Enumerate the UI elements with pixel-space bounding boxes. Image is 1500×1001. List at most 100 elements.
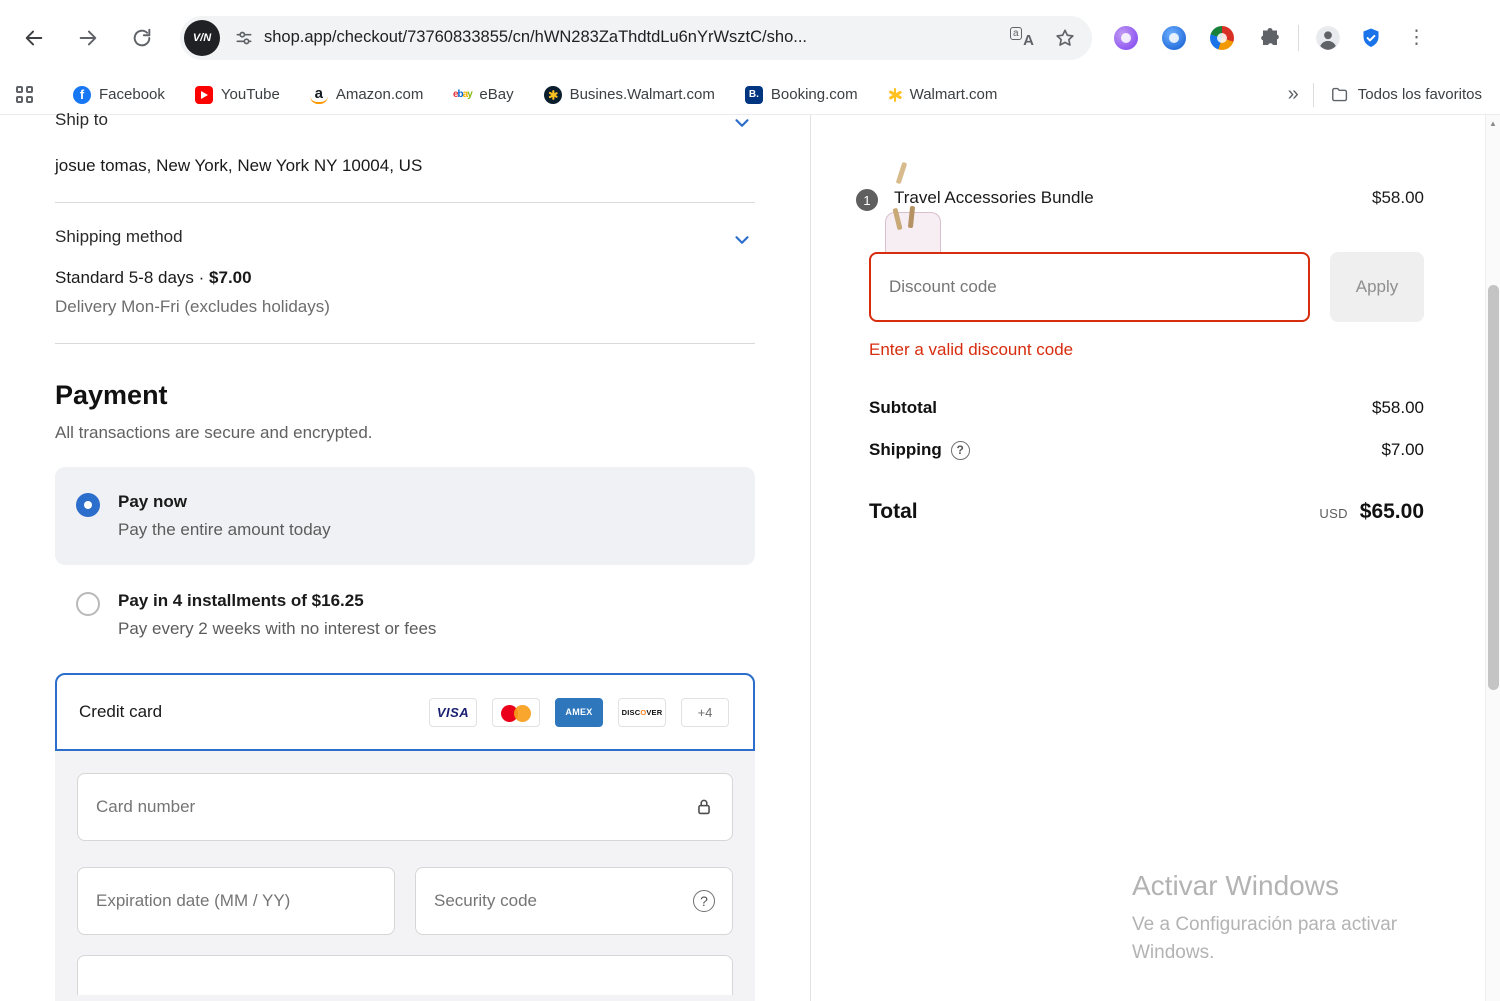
security-code-help-icon[interactable]: ? <box>693 890 715 912</box>
pay-installments-radio[interactable] <box>76 592 100 616</box>
expiration-date-input[interactable] <box>77 867 395 935</box>
mastercard-badge <box>492 697 540 727</box>
shipping-method-price: $7.00 <box>209 268 252 287</box>
card-number-input[interactable] <box>77 773 733 841</box>
credit-card-label: Credit card <box>79 702 163 721</box>
reload-icon <box>133 28 151 46</box>
chevron-down-icon <box>735 119 749 127</box>
facebook-icon: f <box>73 85 91 104</box>
subtotal-label: Subtotal <box>869 398 937 417</box>
security-code-input[interactable] <box>415 867 733 935</box>
bookmark-youtube[interactable]: YouTube <box>194 85 280 104</box>
apply-discount-button[interactable]: Apply <box>1330 252 1424 322</box>
extension-icon-blue[interactable] <box>1162 25 1186 50</box>
ship-to-collapse-button[interactable] <box>729 110 755 136</box>
order-summary: 1 Travel Accessories Bundle $58.00 Apply… <box>810 115 1500 1001</box>
toolbar-separator <box>1298 24 1299 51</box>
shipping-method-note: Delivery Mon-Fri (excludes holidays) <box>55 297 330 316</box>
more-brands-badge: +4 <box>681 697 729 727</box>
booking-icon: B. <box>744 85 763 104</box>
credit-card-form: ? <box>55 751 755 1001</box>
product-price: $58.00 <box>1372 188 1424 207</box>
bookmark-amazon[interactable]: a Amazon.com <box>309 86 423 104</box>
scrollbar-thumb[interactable] <box>1488 285 1499 690</box>
browser-menu-icon[interactable]: ⋮ <box>1401 24 1432 51</box>
extensions-puzzle-icon[interactable] <box>1258 26 1282 50</box>
extension-icon-purple[interactable] <box>1114 25 1138 50</box>
payment-subtitle: All transactions are secure and encrypte… <box>55 423 373 442</box>
card-number-field-wrap <box>77 773 733 841</box>
forward-icon <box>79 30 97 45</box>
ebay-icon: ebay <box>452 89 473 100</box>
next-field-partial <box>77 955 733 995</box>
reload-button[interactable] <box>120 16 164 60</box>
pay-now-option[interactable]: Pay now Pay the entire amount today <box>55 467 755 565</box>
bookmarks-bar: f Facebook YouTube a Amazon.com ebay eBa… <box>0 75 1500 115</box>
product-name: Travel Accessories Bundle <box>894 188 1094 207</box>
bookmark-ebay[interactable]: ebay eBay <box>452 86 514 104</box>
checkout-form: Ship to josue tomas, New York, New York … <box>0 110 810 1001</box>
ship-to-section-header: Ship to <box>55 110 755 136</box>
address-bar[interactable]: V/N shop.app/checkout/73760833855/cn/hWN… <box>180 15 1092 60</box>
pay-now-description: Pay the entire amount today <box>118 520 331 539</box>
visa-badge: VISA <box>429 697 477 727</box>
total-label: Total <box>869 500 918 523</box>
shipping-help-icon[interactable]: ? <box>950 440 970 460</box>
pay-installments-option[interactable]: Pay in 4 installments of $16.25 Pay ever… <box>55 591 755 639</box>
quantity-badge: 1 <box>854 187 880 213</box>
site-settings-icon[interactable] <box>234 28 254 48</box>
cart-line-item: 1 Travel Accessories Bundle $58.00 <box>854 161 1424 231</box>
shipping-method-label: Shipping method <box>55 227 183 246</box>
card-brand-badges: VISA AMEX DISC O VER +4 <box>429 697 729 727</box>
lock-icon <box>698 799 710 815</box>
extension-icon-globe[interactable] <box>1210 25 1234 50</box>
discount-error-message: Enter a valid discount code <box>869 340 1074 359</box>
extensions-strip <box>1114 25 1282 50</box>
translate-icon[interactable]: a A <box>1010 26 1034 49</box>
browser-window: V/N shop.app/checkout/73760833855/cn/hWN… <box>0 0 1500 1001</box>
shipping-method-collapse-button[interactable] <box>729 227 755 253</box>
windows-activation-watermark: Activar Windows Ve a Configuración para … <box>1132 870 1398 963</box>
total-value: $65.00 <box>1359 500 1424 523</box>
forward-button[interactable] <box>66 16 110 60</box>
credit-card-method-header[interactable]: Credit card VISA AMEX DISC O VER +4 <box>55 673 755 751</box>
apps-grid-icon[interactable] <box>16 86 33 103</box>
currency-code: USD <box>1319 506 1348 521</box>
bookmark-facebook[interactable]: f Facebook <box>73 85 165 104</box>
pay-now-radio[interactable] <box>76 493 100 517</box>
pay-installments-description: Pay every 2 weeks with no interest or fe… <box>118 619 437 638</box>
subtotal-value: $58.00 <box>1372 398 1424 417</box>
profile-avatar-icon[interactable] <box>1315 25 1341 51</box>
browser-toolbar: V/N shop.app/checkout/73760833855/cn/hWN… <box>0 0 1500 75</box>
ship-to-label: Ship to <box>55 110 108 129</box>
page-scrollbar[interactable]: ▲ <box>1485 115 1500 1001</box>
folder-icon <box>1331 87 1347 102</box>
bookmarks-overflow-chevron[interactable]: » <box>1288 83 1299 106</box>
chevron-down-icon <box>735 236 749 244</box>
divider <box>55 343 755 344</box>
ship-to-address: josue tomas, New York, New York NY 10004… <box>55 156 423 175</box>
bookmark-walmart[interactable]: Walmart.com <box>888 86 997 103</box>
bookmark-booking[interactable]: B. Booking.com <box>744 85 858 104</box>
walmart-spark-icon <box>888 87 902 102</box>
scrollbar-up-arrow[interactable]: ▲ <box>1486 115 1500 131</box>
bookmark-business-walmart[interactable]: Busines.Walmart.com <box>543 85 715 104</box>
total-row: Total USD $65.00 <box>869 500 1424 524</box>
site-avatar-chip[interactable]: V/N <box>184 19 220 56</box>
discount-section: Apply <box>869 252 1424 322</box>
subtotal-row: Subtotal $58.00 <box>869 398 1424 418</box>
discount-code-input[interactable] <box>869 252 1310 322</box>
discover-badge: DISC O VER <box>618 697 666 727</box>
expiration-field-wrap <box>77 867 395 935</box>
walmart-business-icon <box>543 85 562 104</box>
url-text[interactable]: shop.app/checkout/73760833855/cn/hWN283Z… <box>264 28 996 47</box>
shipping-value: $7.00 <box>1381 440 1424 459</box>
shipping-row: Shipping ? $7.00 <box>869 440 1424 460</box>
bookmark-star-icon[interactable] <box>1054 27 1076 49</box>
bookmarks-folder-all-favorites[interactable]: Todos los favoritos <box>1330 85 1482 104</box>
amazon-icon: a <box>309 86 328 104</box>
back-button[interactable] <box>12 16 56 60</box>
safety-shield-icon[interactable] <box>1359 26 1383 50</box>
shipping-total-label: Shipping <box>869 440 942 459</box>
pay-now-label: Pay now <box>118 492 187 511</box>
